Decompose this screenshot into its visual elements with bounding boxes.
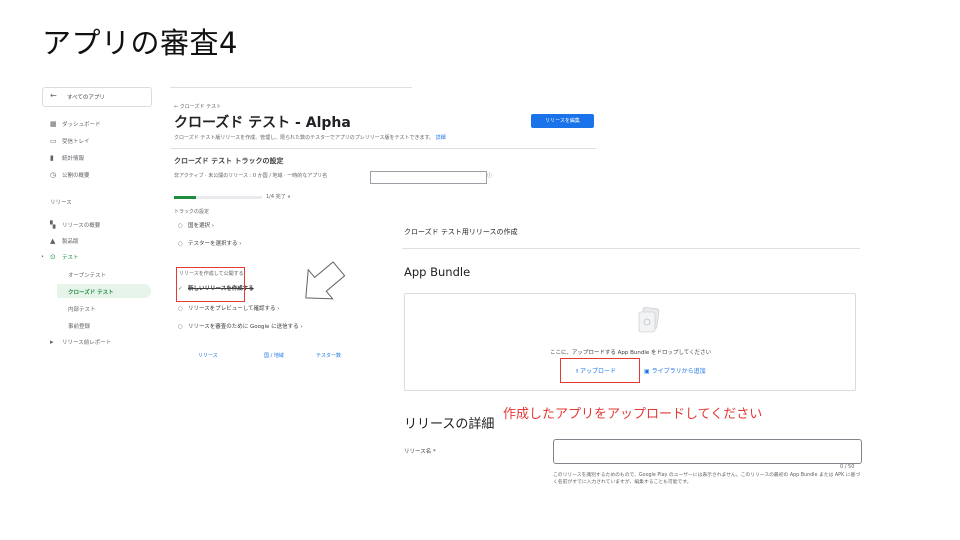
panel-divider <box>402 248 860 249</box>
top-divider <box>170 87 412 88</box>
steps-heading: トラックの設定 <box>174 209 210 215</box>
step-select-countries[interactable]: ○ 国を選択 › <box>178 221 214 229</box>
app-name-box <box>370 171 487 184</box>
track-settings-title: クローズド テスト トラックの設定 <box>174 157 284 165</box>
release-details-heading: リリースの詳細 <box>404 417 495 432</box>
stats-icon: ▮ <box>50 154 54 162</box>
step-circle-icon: ○ <box>178 223 183 229</box>
release-name-input[interactable] <box>553 439 862 464</box>
release-name-help: このリリースを識別するためのもので、Google Play のユーザーには表示さ… <box>553 473 861 485</box>
step-circle-icon: ○ <box>178 306 183 312</box>
table-header-country: 国 / 地域 <box>264 353 284 359</box>
page-subtitle: クローズド テスト版リリースを作成、管理し、限られた数のテスターでアプリのプレリ… <box>174 135 446 141</box>
all-apps-label: すべてのアプリ <box>67 95 105 101</box>
highlight-box-upload <box>560 358 640 383</box>
edit-release-button[interactable]: リリースを編集 <box>531 114 594 128</box>
inbox-icon: ▭ <box>50 137 57 145</box>
step-circle-icon: ○ <box>178 324 183 330</box>
sidebar-item-inbox[interactable]: ▭ 受信トレイ <box>50 136 90 146</box>
arrow-annotation-icon <box>305 261 346 300</box>
chevron-right-icon: ▸ <box>50 338 54 346</box>
sidebar-item-pre-launch-report[interactable]: ▸ リリース前レポート <box>50 337 111 347</box>
step-select-testers[interactable]: ○ テスターを選択する › <box>178 239 241 247</box>
slide-title: アプリの審査4 <box>42 26 238 60</box>
step-send-review[interactable]: ○ リリースを審査のために Google に送信する › <box>178 322 303 330</box>
back-arrow-icon: ← <box>50 91 57 100</box>
table-header-release: リリース <box>198 353 218 359</box>
track-status: 非アクティブ · 未公開のリリース : 0 か国 / 地域 · 一時的なアプリ名 <box>174 173 328 179</box>
help-icon[interactable]: ⓘ <box>487 172 492 179</box>
overview-icon: ▚ <box>50 221 56 229</box>
publish-overview-icon: ◷ <box>50 171 57 179</box>
sidebar-item-dashboard[interactable]: ▦ ダッシュボード <box>50 119 101 129</box>
table-header-testers: テスター数 <box>316 353 342 359</box>
play-icon: ⊙ <box>50 253 56 261</box>
sidebar-item-publish-overview[interactable]: ◷ 公開の概要 <box>50 170 90 180</box>
app-bundle-icon <box>638 306 660 333</box>
sidebar-item-internal-test[interactable]: 内部テスト <box>68 305 96 313</box>
char-counter: 0 / 50 <box>840 464 855 470</box>
progress-fill <box>174 196 196 199</box>
progress-text[interactable]: 1/4 完了 ∧ <box>266 193 291 200</box>
sidebar-item-pre-registration[interactable]: 事前登録 <box>68 322 90 330</box>
sidebar-item-test[interactable]: ⊙ テスト <box>50 252 79 262</box>
expand-dot-icon: • <box>41 254 44 260</box>
page-title: クローズド テスト - Alpha <box>174 115 351 131</box>
library-icon: ▣ <box>644 368 650 375</box>
sidebar-item-stats[interactable]: ▮ 統計情報 <box>50 153 84 163</box>
sidebar-item-closed-test[interactable]: クローズド テスト <box>68 288 114 296</box>
release-name-label: リリース名 * <box>404 449 436 455</box>
all-apps-button[interactable]: ← すべてのアプリ <box>42 87 152 107</box>
dashboard-icon: ▦ <box>50 120 57 128</box>
sidebar-item-release-overview[interactable]: ▚ リリースの概要 <box>50 220 100 230</box>
annotation-message: 作成したアプリをアップロードしてください <box>503 407 763 422</box>
progress-track <box>196 196 262 199</box>
sidebar-item-open-test[interactable]: オープンテスト <box>68 271 106 279</box>
step-preview-release[interactable]: ○ リリースをプレビューして確認する › <box>178 304 280 312</box>
step-circle-icon: ○ <box>178 241 183 247</box>
panel-title: クローズド テスト用リリースの作成 <box>404 228 518 236</box>
breadcrumb[interactable]: ← クローズド テスト <box>174 103 221 110</box>
production-icon: ▲ <box>50 237 56 245</box>
header-divider <box>170 148 596 149</box>
app-bundle-heading: App Bundle <box>404 265 471 279</box>
drop-instructions: ここに、アップロードする App Bundle をドロップしてください <box>550 350 712 356</box>
sidebar-item-production[interactable]: ▲ 製品版 <box>50 236 79 246</box>
sidebar-section-release: リリース <box>50 200 72 206</box>
highlight-box-create-release <box>176 267 245 302</box>
learn-more-link[interactable]: 詳細 <box>436 135 446 141</box>
add-from-library-link[interactable]: ▣ ライブラリから追加 <box>644 366 706 375</box>
